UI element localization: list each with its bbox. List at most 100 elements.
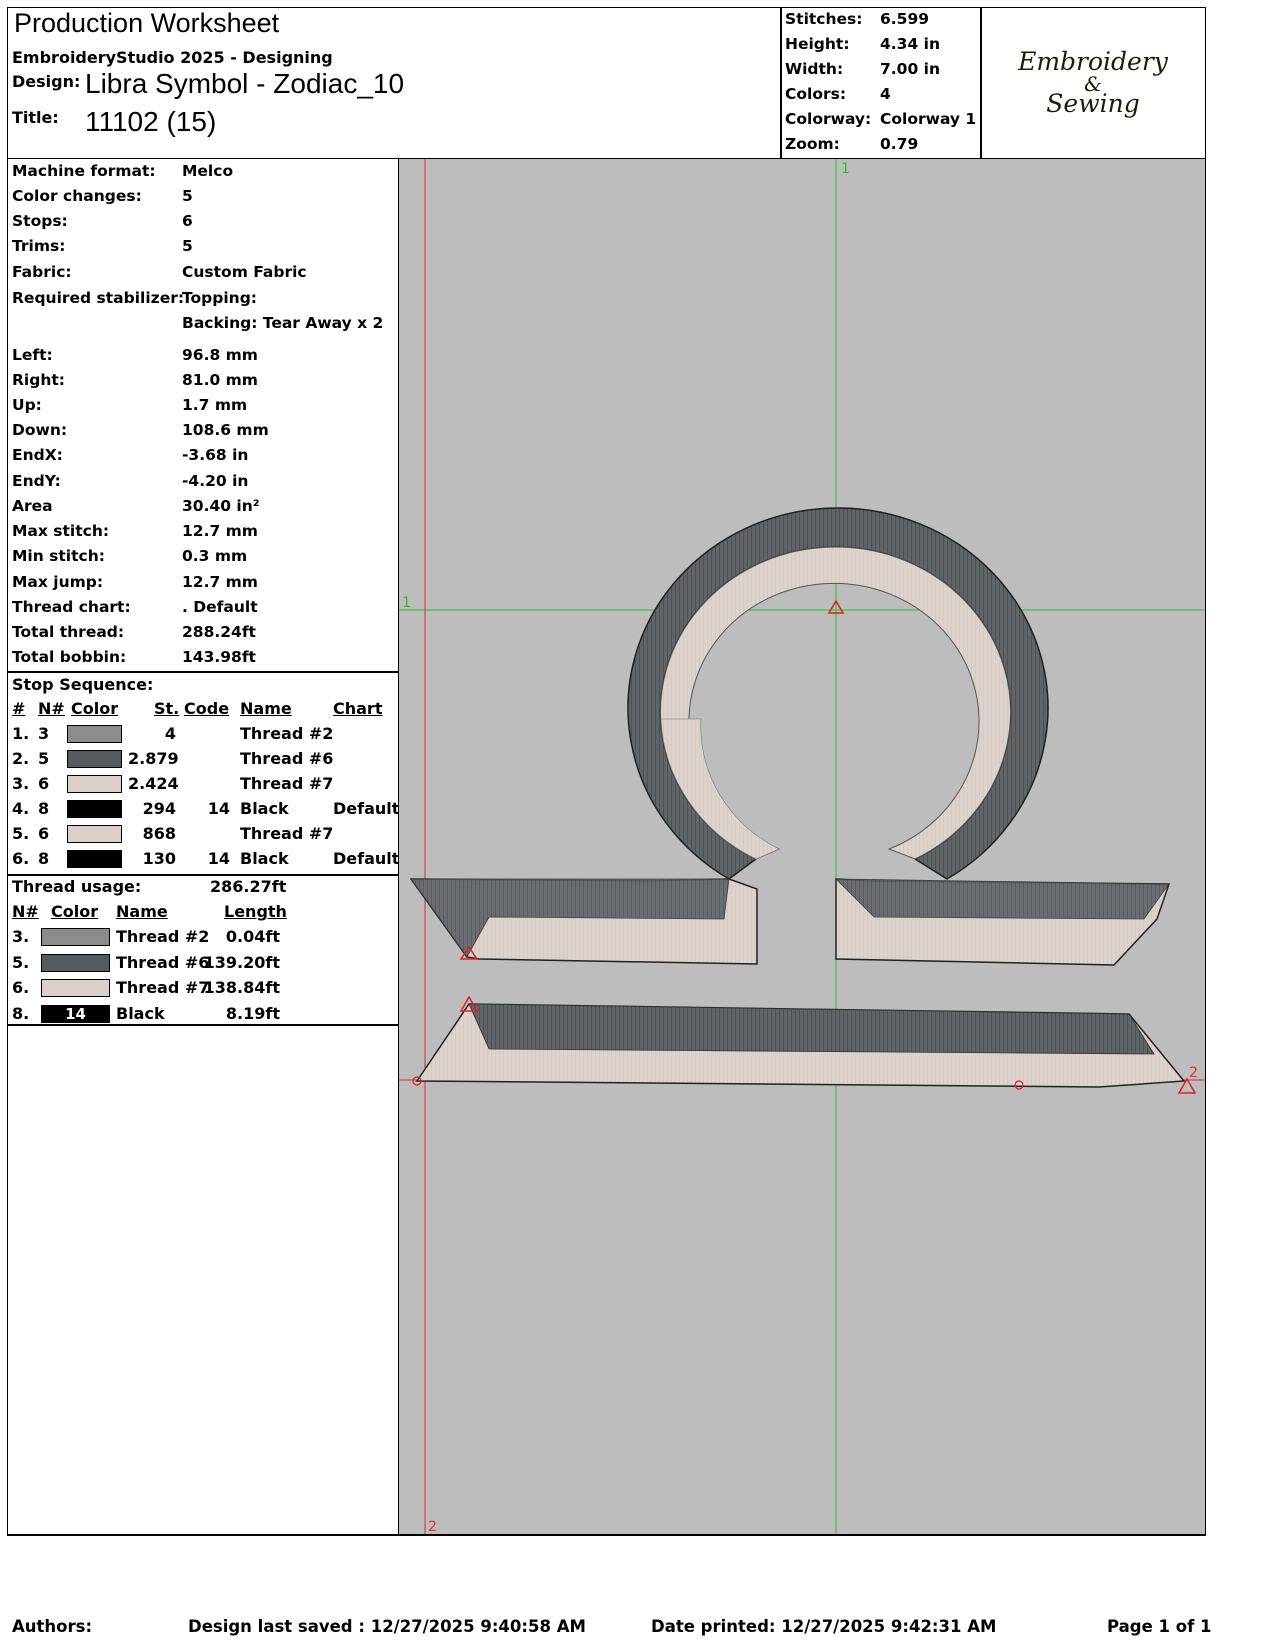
stop-name: Black	[240, 799, 289, 818]
title-value: 11102 (15)	[85, 106, 217, 137]
detail-label: EndX:	[12, 446, 63, 464]
detail-label: Total bobbin:	[12, 648, 127, 666]
stop-color-swatch	[67, 800, 122, 818]
stop-sequence-title: Stop Sequence:	[12, 675, 154, 694]
detail-value: 96.8 mm	[182, 346, 258, 364]
stop-name: Thread #7	[240, 774, 334, 793]
col-color: Color	[71, 699, 119, 718]
summary-value: 0.79	[880, 135, 919, 153]
summary-label: Colors:	[785, 85, 847, 103]
stop-color-swatch	[67, 850, 122, 868]
detail-label: Area	[12, 497, 53, 515]
detail-label: Min stitch:	[12, 547, 105, 565]
stop-num: 2.	[12, 749, 30, 768]
last-saved: Design last saved : 12/27/2025 9:40:58 A…	[188, 1617, 586, 1636]
stop-num: 6.	[12, 849, 30, 868]
detail-value: Topping:	[182, 289, 257, 307]
preview-background	[399, 159, 1205, 1535]
detail-label: Machine format:	[12, 162, 156, 180]
stop-name: Black	[240, 849, 289, 868]
detail-label: Required stabilizer:	[12, 289, 185, 307]
stop-color-swatch	[67, 825, 122, 843]
col-code: Code	[184, 699, 230, 718]
detail-label: Trims:	[12, 237, 66, 255]
stop-name: Thread #6	[240, 749, 334, 768]
guide-label-v2: 2	[428, 1519, 437, 1535]
stop-needle: 5	[38, 749, 50, 768]
stop-needle: 6	[38, 824, 50, 843]
stop-color-swatch	[67, 775, 122, 793]
thread-usage-title: Thread usage:	[12, 877, 142, 896]
stop-stitches: 2.879	[128, 749, 179, 768]
col-stitches: St.	[154, 699, 180, 718]
usage-length: 8.19ft	[225, 1003, 280, 1023]
footer-box	[7, 1534, 1206, 1535]
detail-label: Fabric:	[12, 263, 72, 281]
notes-panel	[7, 1024, 400, 1536]
stop-needle: 8	[38, 849, 50, 868]
detail-label: Left:	[12, 346, 53, 364]
worksheet-title: Production Worksheet	[14, 8, 280, 38]
summary-label: Stitches:	[785, 10, 863, 28]
detail-value: 5	[182, 237, 193, 255]
summary-label: Height:	[785, 35, 850, 53]
summary-label: Zoom:	[785, 135, 840, 153]
summary-label: Colorway:	[785, 110, 872, 128]
detail-label: Down:	[12, 421, 68, 439]
usage-code: 14	[65, 1004, 86, 1023]
detail-label: Max jump:	[12, 573, 104, 591]
detail-value: 108.6 mm	[182, 421, 269, 439]
usage-length: 139.20ft	[203, 952, 280, 972]
date-printed: Date printed: 12/27/2025 9:42:31 AM	[651, 1617, 997, 1636]
logo-line: Sewing	[1046, 89, 1140, 118]
design-label: Design:	[12, 72, 81, 91]
guide-label-h1: 1	[402, 595, 411, 611]
usage-needle: 6.	[12, 978, 30, 997]
detail-value: 12.7 mm	[182, 522, 258, 540]
detail-value: 0.3 mm	[182, 547, 248, 565]
detail-value: 143.98ft	[182, 648, 256, 666]
details-panel	[7, 158, 400, 673]
detail-value: Custom Fabric	[182, 263, 307, 281]
title-label: Title:	[12, 108, 59, 127]
summary-label: Width:	[785, 60, 844, 78]
detail-label: Up:	[12, 396, 42, 414]
usage-name: Thread #2	[116, 927, 210, 946]
stop-color-swatch	[67, 725, 122, 743]
usage-name: Black	[116, 1003, 165, 1023]
summary-value: 4	[880, 85, 891, 103]
stop-num: 5.	[12, 824, 30, 843]
stop-stitches: 294	[142, 799, 176, 818]
guide-label-h2: 2	[1189, 1065, 1198, 1081]
detail-value: 6	[182, 212, 193, 230]
stop-num: 3.	[12, 774, 30, 793]
detail-label: Total thread:	[12, 623, 125, 641]
stop-chart: Default	[333, 799, 400, 818]
software-name: EmbroideryStudio 2025 - Designing	[12, 48, 333, 67]
stop-stitches: 868	[142, 824, 176, 843]
usage-name: Thread #7	[116, 978, 210, 997]
detail-value: 5	[182, 187, 193, 205]
right-arm-shade	[835, 878, 1170, 920]
stop-needle: 6	[38, 774, 50, 793]
detail-label: Thread chart:	[12, 598, 131, 616]
design-name: Libra Symbol - Zodiac_10	[85, 68, 405, 99]
stop-needle: 8	[38, 799, 50, 818]
col-num: #	[12, 699, 26, 718]
col-name: Name	[240, 699, 292, 718]
thread-usage-total: 286.27ft	[210, 877, 287, 896]
detail-value: 288.24ft	[182, 623, 256, 641]
stop-stitches: 4	[164, 724, 176, 743]
usage-needle: 3.	[12, 927, 30, 946]
usage-needle: 5.	[12, 952, 30, 972]
detail-value: Melco	[182, 162, 234, 180]
stop-code: 14	[207, 849, 230, 868]
stop-code: 14	[207, 799, 230, 818]
col-chart: Chart	[333, 699, 383, 718]
stop-chart: Default	[333, 849, 400, 868]
detail-label: Color changes:	[12, 187, 142, 205]
stop-num: 1.	[12, 724, 30, 743]
detail-label: Stops:	[12, 212, 68, 230]
usage-length: 138.84ft	[203, 978, 280, 997]
usage-color-swatch	[41, 928, 110, 946]
